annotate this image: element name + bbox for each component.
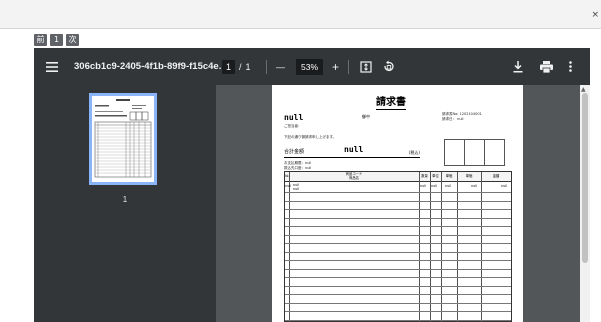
zoom-in-button[interactable]: + [332, 60, 339, 74]
thumbnail-sidebar: 1 [34, 85, 216, 322]
contact-person: ご担当者： [284, 124, 302, 128]
items-table: № 商品コード 商品名 数量 単位 単価 単価 金額 null null nul… [284, 171, 512, 322]
column-divider [481, 172, 482, 322]
total-pages: 1 [245, 61, 251, 72]
header-name: 商品名 [349, 176, 359, 180]
scrollbar-thumb[interactable] [582, 93, 588, 263]
zoom-out-button[interactable]: — [276, 62, 285, 72]
column-divider [457, 172, 458, 322]
header-qty: 数量 [421, 174, 428, 178]
row-name: null [293, 187, 300, 191]
stamp-box [464, 139, 485, 166]
invoice-date: 請求日： null [442, 117, 464, 121]
column-divider [430, 172, 431, 322]
print-icon[interactable] [538, 48, 554, 85]
table-row-line [285, 294, 511, 295]
more-options-icon[interactable] [565, 48, 575, 85]
pdf-page: 請求書 null 御中 請求書No: 1202104001 請求日： null … [272, 85, 523, 322]
top-pager: 前 1 次 [34, 34, 79, 46]
scroll-up-icon[interactable]: ▲ [581, 86, 586, 93]
table-row-line [285, 319, 511, 321]
close-icon[interactable]: × [591, 10, 599, 20]
next-button[interactable]: 次 [66, 34, 79, 46]
column-divider [441, 172, 442, 322]
table-row-line [285, 302, 511, 304]
intro-text: 下記の通り御請求申し上げます。 [284, 135, 337, 139]
rotate-icon[interactable] [380, 48, 396, 85]
row-no: null [285, 184, 292, 188]
tax-note: (税込) [408, 150, 420, 155]
table-row-line [285, 234, 511, 236]
vertical-scrollbar[interactable]: ▲ [580, 85, 590, 322]
row-qty: null [420, 184, 427, 188]
total-amount-row: 合計金額 null (税込) [284, 145, 420, 158]
thumbnail-page-number: 1 [122, 195, 128, 204]
toolbar-divider [348, 59, 349, 74]
header-unit: 単位 [432, 174, 439, 178]
table-row-line [285, 209, 511, 210]
header-amount: 金額 [492, 174, 500, 178]
table-row-line [285, 251, 511, 253]
document-title: 請求書 [376, 93, 406, 110]
table-row-line [285, 243, 511, 244]
zoom-level-input[interactable]: 53% [296, 58, 324, 75]
table-row-line [285, 217, 511, 219]
table-row-line [285, 277, 511, 278]
table-row-line [285, 285, 511, 287]
table-row-line [285, 260, 511, 261]
table-row-line [285, 192, 511, 193]
fit-page-icon[interactable] [358, 48, 374, 85]
row-price: null [445, 184, 452, 188]
stamp-box [444, 139, 465, 166]
column-divider [289, 172, 290, 322]
menu-icon[interactable] [44, 48, 60, 85]
row-unit: null [431, 184, 438, 188]
pdf-toolbar: 306cb1c9-2405-4f1b-89f9-f15c4e... 1 / 1 … [34, 48, 590, 85]
download-icon[interactable] [511, 48, 525, 85]
thumbnail-preview [94, 99, 152, 178]
prev-button[interactable]: 前 [34, 34, 47, 46]
page-thumbnail[interactable] [89, 93, 157, 185]
page-number-button[interactable]: 1 [50, 34, 63, 46]
table-row-line [285, 311, 511, 312]
total-amount-label: 合計金額 [284, 149, 305, 155]
header-price-2: 単価 [465, 174, 473, 178]
table-row-line [285, 226, 511, 227]
header-price: 単価 [445, 174, 453, 178]
row-price-2: null [471, 184, 478, 188]
table-row-line [285, 268, 511, 270]
current-page-input[interactable]: 1 [222, 59, 236, 74]
stamp-box [484, 139, 505, 166]
column-divider [419, 172, 420, 322]
pdf-viewer: 306cb1c9-2405-4f1b-89f9-f15c4e... 1 / 1 … [34, 48, 590, 322]
row-amount: null [501, 184, 508, 188]
recipient-name: null [284, 113, 304, 122]
total-amount-value: null [344, 145, 364, 154]
toolbar-divider [266, 59, 267, 74]
document-filename: 306cb1c9-2405-4f1b-89f9-f15c4e... [74, 61, 227, 72]
table-row-line [285, 200, 511, 202]
browser-top-strip: × [0, 0, 601, 29]
recipient-honorific: 御中 [362, 114, 370, 119]
page-separator: / [239, 61, 242, 72]
